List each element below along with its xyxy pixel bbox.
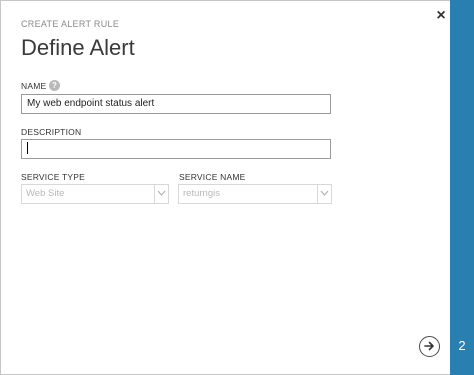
chevron-down-icon	[154, 185, 168, 203]
page-title: Define Alert	[21, 35, 135, 60]
service-name-label: SERVICE NAME	[179, 172, 246, 182]
wizard-step-strip	[450, 0, 474, 375]
service-type-value: Web Site	[26, 188, 65, 199]
dialog-header-label: CREATE ALERT RULE	[21, 19, 120, 29]
step-number: 2	[458, 338, 466, 353]
help-icon[interactable]: ?	[49, 80, 60, 91]
close-icon[interactable]: ×	[435, 8, 447, 24]
description-field[interactable]	[21, 139, 331, 159]
service-type-label: SERVICE TYPE	[21, 172, 85, 182]
next-button[interactable]	[419, 336, 440, 357]
service-name-select[interactable]: returngis	[178, 184, 332, 204]
arrow-right-circle-icon	[424, 341, 434, 351]
name-field[interactable]: My web endpoint status alert	[21, 94, 331, 114]
chevron-down-icon	[317, 185, 331, 203]
create-alert-dialog: × CREATE ALERT RULE Define Alert NAME ? …	[0, 0, 474, 375]
text-caret	[27, 142, 28, 155]
service-name-value: returngis	[183, 188, 220, 199]
service-type-select[interactable]: Web Site	[21, 184, 169, 204]
description-label: DESCRIPTION	[21, 127, 82, 137]
name-label: NAME	[21, 81, 47, 91]
